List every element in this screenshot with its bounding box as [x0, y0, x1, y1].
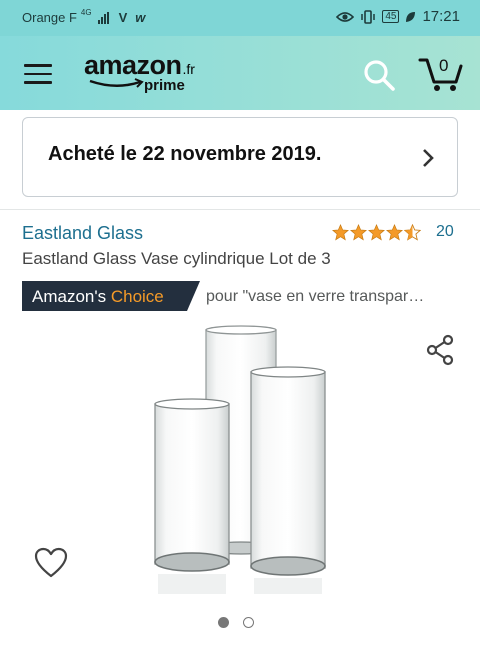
logo-word: amazon	[84, 50, 182, 80]
cart-count: 0	[439, 56, 449, 75]
badge-prefix: Amazon's	[32, 287, 107, 306]
logo-prime: prime	[144, 77, 185, 94]
purchase-history-card[interactable]: Acheté le 22 novembre 2019.	[22, 117, 458, 197]
product-image	[154, 325, 326, 594]
notification-icon: V	[118, 10, 128, 25]
brand-link[interactable]: Eastland Glass	[22, 223, 143, 244]
carrier-name: Orange F	[22, 10, 77, 25]
share-icon	[426, 334, 454, 366]
amazon-prime-logo[interactable]: amazon.fr prime	[84, 50, 204, 96]
half-star-icon	[404, 223, 421, 241]
review-count[interactable]: 20	[436, 223, 454, 241]
vibrate-icon	[361, 9, 376, 24]
battery-level: 45	[385, 11, 397, 22]
star-icon	[368, 223, 385, 240]
product-image-carousel[interactable]	[0, 318, 480, 600]
star-rating[interactable]: 20	[332, 223, 454, 241]
product-title: Eastland Glass Vase cylindrique Lot de 3	[22, 249, 331, 268]
status-bar: Orange F 4G V w 45 17:21	[0, 0, 480, 36]
logo-tld: .fr	[182, 61, 195, 77]
share-button[interactable]	[424, 334, 456, 366]
carousel-indicator	[218, 617, 254, 628]
star-icon	[350, 223, 367, 240]
carousel-dot[interactable]	[243, 617, 254, 628]
chevron-right-icon	[423, 149, 434, 167]
eye-icon	[336, 11, 355, 22]
badge-choice: Choice	[110, 287, 164, 306]
leaf-icon	[406, 11, 416, 22]
clock: 17:21	[422, 8, 460, 25]
divider	[0, 209, 480, 210]
star-icon	[332, 223, 349, 240]
app-notification-icon: w	[135, 10, 146, 25]
network-type: 4G	[80, 8, 92, 17]
search-button[interactable]	[362, 58, 396, 92]
heart-icon	[34, 547, 68, 578]
battery-icon: 45	[382, 10, 400, 23]
carousel-dot-active[interactable]	[218, 617, 229, 628]
signal-icon	[97, 11, 109, 24]
smile-icon	[89, 78, 144, 88]
wishlist-button[interactable]	[34, 547, 68, 579]
star-icon	[386, 223, 403, 240]
app-header: amazon.fr prime 0	[0, 36, 480, 110]
purchase-date-text: Acheté le 22 novembre 2019.	[48, 143, 322, 165]
cart-button[interactable]: 0	[418, 54, 464, 94]
menu-icon[interactable]	[24, 64, 52, 84]
amazons-choice-badge: Amazon's Choice	[22, 281, 200, 311]
badge-context-text[interactable]: pour "vase en verre transpar…	[206, 288, 458, 306]
search-icon	[364, 60, 395, 91]
